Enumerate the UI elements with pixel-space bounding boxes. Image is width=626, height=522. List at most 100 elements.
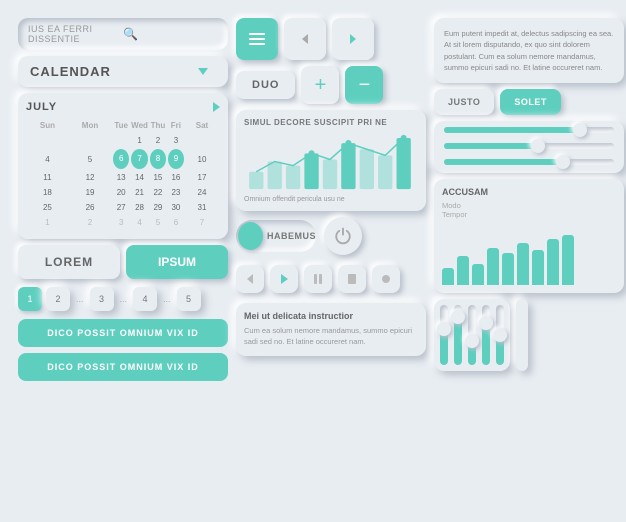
- cal-day[interactable]: 16: [168, 171, 184, 184]
- cal-day[interactable]: 3: [168, 134, 184, 147]
- cal-day[interactable]: [113, 134, 129, 147]
- cal-day[interactable]: 27: [113, 201, 129, 214]
- cal-day[interactable]: 11: [28, 171, 67, 184]
- dico-button-1[interactable]: DICO POSSIT OMNIUM VIX ID: [18, 319, 228, 347]
- v-track: [440, 305, 448, 365]
- plus-button[interactable]: +: [301, 66, 339, 104]
- cal-day[interactable]: 10: [186, 149, 218, 169]
- slider-1-thumb[interactable]: [573, 123, 587, 137]
- menu-line-2: [249, 38, 265, 40]
- slider-3-thumb[interactable]: [556, 155, 570, 169]
- bar-col: [517, 243, 529, 285]
- bar-col: [562, 235, 574, 285]
- line-chart: [244, 131, 418, 191]
- cal-day[interactable]: 30: [168, 201, 184, 214]
- cal-day[interactable]: 2: [150, 134, 166, 147]
- page-2[interactable]: 2: [46, 287, 70, 311]
- next-arrow-button[interactable]: [332, 18, 374, 60]
- cal-day[interactable]: 8: [150, 149, 166, 169]
- prev-arrow-button[interactable]: [284, 18, 326, 60]
- v-thumb[interactable]: [451, 310, 465, 324]
- cal-day[interactable]: 22: [150, 186, 166, 199]
- v-slider-wrap[interactable]: [482, 305, 490, 365]
- slider-1-fill: [444, 127, 580, 133]
- media-record[interactable]: [372, 265, 400, 293]
- cal-day[interactable]: 14: [131, 171, 148, 184]
- calendar-next-arrow[interactable]: [213, 102, 220, 112]
- cal-day[interactable]: 6: [168, 216, 184, 229]
- cal-day[interactable]: 18: [28, 186, 67, 199]
- bar-col: [532, 250, 544, 285]
- page-4[interactable]: 4: [133, 287, 157, 311]
- v-thumb[interactable]: [437, 322, 451, 336]
- cal-day[interactable]: 15: [150, 171, 166, 184]
- accusam-sub-2: Tempor: [442, 210, 467, 219]
- search-bar[interactable]: IUS EA FERRI DISSENTIE 🔍: [18, 18, 228, 50]
- cal-day[interactable]: 25: [28, 201, 67, 214]
- v-slider-wrap[interactable]: [496, 305, 504, 365]
- cal-day[interactable]: 7: [131, 149, 148, 169]
- cal-day[interactable]: 5: [150, 216, 166, 229]
- cal-day[interactable]: 13: [113, 171, 129, 184]
- media-prev[interactable]: [236, 265, 264, 293]
- cal-day[interactable]: 29: [150, 201, 166, 214]
- cal-day[interactable]: 4: [28, 149, 67, 169]
- cal-day[interactable]: 28: [131, 201, 148, 214]
- cal-day[interactable]: 4: [131, 216, 148, 229]
- cal-day[interactable]: [69, 134, 111, 147]
- slider-3[interactable]: [444, 159, 614, 167]
- cal-day[interactable]: 19: [69, 186, 111, 199]
- v-slider-wrap[interactable]: [454, 305, 462, 365]
- dico-button-2[interactable]: DICO POSSIT OMNIUM VIX ID: [18, 353, 228, 381]
- toggle-switch[interactable]: HABEMUS: [236, 220, 316, 252]
- cal-day[interactable]: 3: [113, 216, 129, 229]
- v-thumb[interactable]: [465, 334, 479, 348]
- media-pause[interactable]: [304, 265, 332, 293]
- v-thumb[interactable]: [479, 316, 493, 330]
- cal-day[interactable]: 1: [131, 134, 148, 147]
- cal-day[interactable]: 24: [186, 186, 218, 199]
- accusam-subs: Modo Tempor: [442, 201, 616, 219]
- slider-2[interactable]: [444, 143, 614, 151]
- slider-2-thumb[interactable]: [531, 139, 545, 153]
- page-5[interactable]: 5: [177, 287, 201, 311]
- page-separator-2: ...: [118, 294, 130, 304]
- cal-day[interactable]: 7: [186, 216, 218, 229]
- cal-day[interactable]: 2: [69, 216, 111, 229]
- search-icon[interactable]: 🔍: [123, 27, 218, 41]
- calendar-dropdown-icon[interactable]: [198, 68, 208, 75]
- chart-title: SIMUL DECORE SUSCIPIT PRI NE: [244, 118, 418, 127]
- cal-day[interactable]: 26: [69, 201, 111, 214]
- cal-day[interactable]: 6: [113, 149, 129, 169]
- calendar-grid: Sun Mon Tue Wed Thu Fri Sat 123456789101…: [26, 117, 220, 231]
- cal-day[interactable]: 1: [28, 216, 67, 229]
- media-play[interactable]: [270, 265, 298, 293]
- cal-day[interactable]: 5: [69, 149, 111, 169]
- tab-justo[interactable]: JUSTO: [434, 89, 494, 115]
- lorem-button[interactable]: LOREM: [18, 245, 120, 279]
- v-slider-wrap[interactable]: [468, 305, 476, 365]
- media-stop[interactable]: [338, 265, 366, 293]
- cal-day[interactable]: 9: [168, 149, 184, 169]
- menu-button[interactable]: [236, 18, 278, 60]
- tab-solet[interactable]: SOLET: [500, 89, 561, 115]
- minus-button[interactable]: −: [345, 66, 383, 104]
- cal-day[interactable]: 23: [168, 186, 184, 199]
- cal-day[interactable]: 31: [186, 201, 218, 214]
- page-1[interactable]: 1: [18, 287, 42, 311]
- bottom-body: Cum ea solum nemore mandamus, summo epic…: [244, 325, 418, 348]
- cal-day[interactable]: 20: [113, 186, 129, 199]
- slider-1[interactable]: [444, 127, 614, 135]
- ipsum-button[interactable]: IPSUM: [126, 245, 228, 279]
- toggle-label: HABEMUS: [267, 231, 316, 241]
- duo-button[interactable]: DUO: [236, 71, 295, 99]
- v-slider-wrap[interactable]: [440, 305, 448, 365]
- page-3[interactable]: 3: [90, 287, 114, 311]
- power-button[interactable]: [324, 217, 362, 255]
- column-3: Eum putent impedit at, delectus sadipsci…: [434, 18, 624, 504]
- cal-day[interactable]: 12: [69, 171, 111, 184]
- v-thumb[interactable]: [493, 328, 507, 342]
- cal-day[interactable]: 17: [186, 171, 218, 184]
- cal-day[interactable]: 21: [131, 186, 148, 199]
- cal-day[interactable]: [28, 134, 67, 147]
